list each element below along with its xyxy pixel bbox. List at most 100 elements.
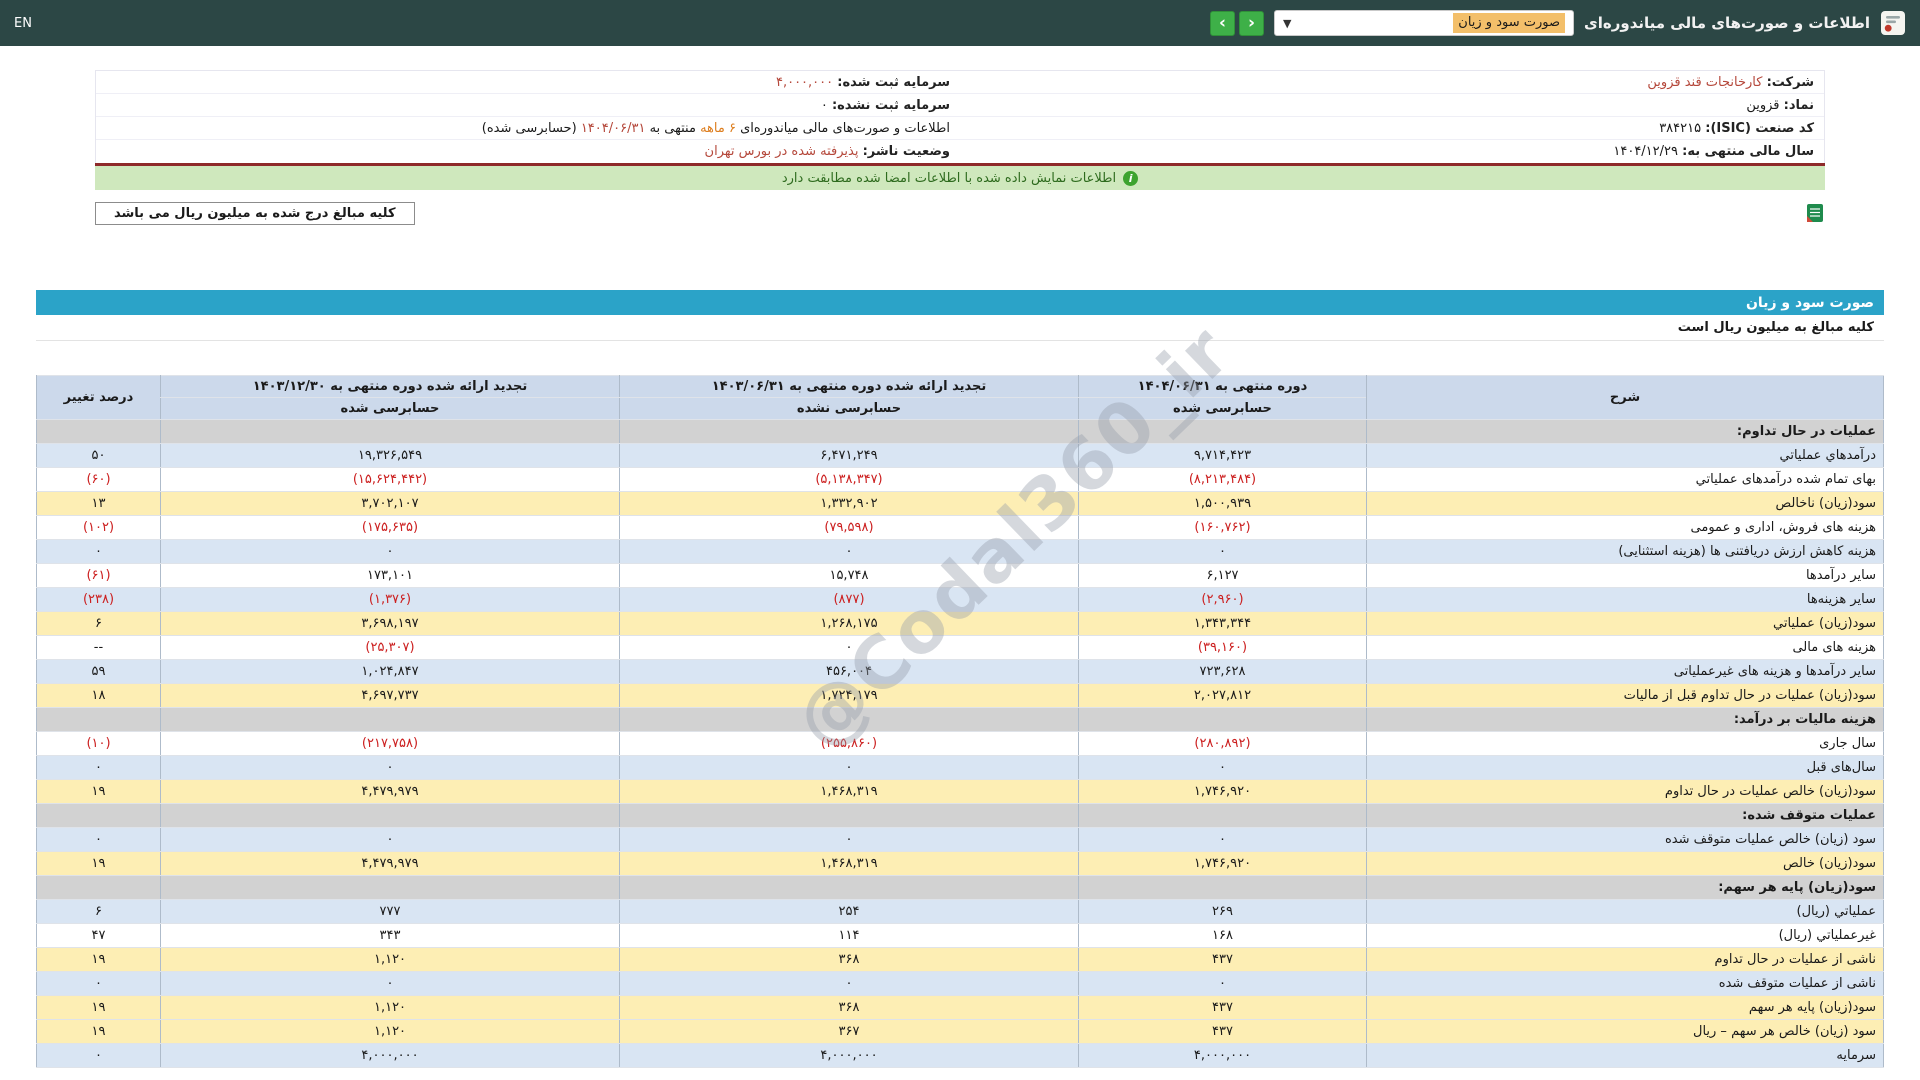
value-cell-period2: ۱۵,۷۴۸ xyxy=(619,563,1079,588)
period-suffix: (حسابرسی شده) xyxy=(481,120,577,136)
change-cell: ۱۹ xyxy=(36,1019,161,1044)
statement-data-row: سود(زيان) ناخالص ۱,۵۰۰,۹۳۹ ۱,۳۳۲,۹۰۲ ۳,۷۰۲,… xyxy=(36,491,1884,516)
value-cell-period1: ۰ xyxy=(1078,971,1367,996)
excel-export-icon[interactable] xyxy=(1805,203,1825,223)
signature-notice-text: اطلاعات نمایش داده شده با اطلاعات امضا ش… xyxy=(781,170,1117,186)
value-cell-period3: ۳۴۳ xyxy=(160,923,620,948)
prev-period-button[interactable]: ‹ xyxy=(1210,10,1236,36)
value-cell-period1: ۶,۱۲۷ xyxy=(1078,563,1367,588)
value-cell-period1: ۰ xyxy=(1078,755,1367,780)
change-cell: ۴۷ xyxy=(36,923,161,948)
row-label-cell: ناشی از عملیات متوقف شده xyxy=(1366,971,1884,996)
row-label-cell: عملیات متوقف شده: xyxy=(1366,803,1884,828)
unregistered-capital-label: سرمایه ثبت نشده: xyxy=(831,97,950,113)
statement-data-row: بهای تمام شده درآمدهای عملیاتي (۸,۲۱۳,۴۸۴… xyxy=(36,467,1884,492)
statement-section-row: هزينه مالیات بر درآمد: xyxy=(36,707,1884,732)
value-cell-period2: ۱,۲۶۸,۱۷۵ xyxy=(619,611,1079,636)
value-cell-period3: ۳,۷۰۲,۱۰۷ xyxy=(160,491,620,516)
col-header-change: درصد تغییر xyxy=(36,375,161,420)
value-cell-period2 xyxy=(619,419,1079,444)
value-cell-period3: ۱,۱۲۰ xyxy=(160,947,620,972)
change-cell: ۵۰ xyxy=(36,443,161,468)
report-type-select[interactable]: صورت سود و زیان ▼ xyxy=(1274,10,1575,36)
value-cell-period3: ۰ xyxy=(160,755,620,780)
value-cell-period3: ۱۷۳,۱۰۱ xyxy=(160,563,620,588)
symbol-value: قزوین xyxy=(1746,97,1780,113)
change-cell: ۱۹ xyxy=(36,995,161,1020)
row-label-cell: سود(زيان) ناخالص xyxy=(1366,491,1884,516)
report-period-field: اطلاعات و صورت‌های مالی میاندوره‌ای ۶ ما… xyxy=(96,121,960,136)
value-cell-period2: ۱,۷۲۴,۱۷۹ xyxy=(619,683,1079,708)
col-subheader-period3: حسابرسی شده xyxy=(160,397,620,420)
value-cell-period3: ۴,۴۷۹,۹۷۹ xyxy=(160,779,620,804)
change-cell: ۱۹ xyxy=(36,851,161,876)
row-label-cell: سرمایه xyxy=(1366,1043,1884,1068)
row-label-cell: سود (زیان) خالص عملیات متوقف شده xyxy=(1366,827,1884,852)
period-prefix: اطلاعات و صورت‌های مالی میاندوره‌ای xyxy=(740,120,950,136)
value-cell-period3 xyxy=(160,707,620,732)
row-label-cell: ناشی از عملیات در حال تداوم xyxy=(1366,947,1884,972)
statement-data-row: سایر هزینه‌ها (۲,۹۶۰) (۸۷۷) (۱,۳۷۶) (۲۳۸) xyxy=(36,587,1884,612)
info-row: نماد: قزوین سرمایه ثبت نشده: ۰ xyxy=(96,94,1824,117)
next-period-button[interactable]: › xyxy=(1239,10,1265,36)
statement-section-row: سود(زیان) پایه هر سهم: xyxy=(36,875,1884,900)
row-label-cell: سایر درآمدها xyxy=(1366,563,1884,588)
publisher-status-field: وضعیت ناشر: پذیرفته شده در بورس تهران xyxy=(96,144,960,159)
statement-data-row: هزینه های فروش، اداری و عمومی (۱۶۰,۷۶۲) (۷… xyxy=(36,515,1884,540)
value-cell-period2 xyxy=(619,803,1079,828)
period-months: ۶ ماهه xyxy=(700,120,736,136)
row-label-cell: هزینه های مالی xyxy=(1366,635,1884,660)
statement-data-row: سود(زيان) عملياتي ۱,۳۴۳,۳۴۴ ۱,۲۶۸,۱۷۵ ۳,۶۹۸… xyxy=(36,611,1884,636)
value-cell-period1: ۷۲۳,۶۲۸ xyxy=(1078,659,1367,684)
value-cell-period1: (۲۸۰,۸۹۲) xyxy=(1078,731,1367,756)
statement-data-row: درآمدهاي عملياتي ۹,۷۱۴,۴۲۳ ۶,۴۷۱,۲۴۹ ۱۹,۳۲۶… xyxy=(36,443,1884,468)
signature-notice: i اطلاعات نمایش داده شده با اطلاعات امضا… xyxy=(95,166,1825,190)
value-cell-period3: (۲۱۷,۷۵۸) xyxy=(160,731,620,756)
table-header-row: شرح دوره منتهی به ۱۴۰۴/۰۶/۳۱ تجدید ارائه… xyxy=(36,375,1884,420)
value-cell-period1: ۴۳۷ xyxy=(1078,995,1367,1020)
statement-data-row: غیرعملیاتي (ریال) ۱۶۸ ۱۱۴ ۳۴۳ ۴۷ xyxy=(36,923,1884,948)
info-icon: i xyxy=(1123,170,1139,186)
language-toggle[interactable]: EN xyxy=(14,16,32,31)
statement-data-row: سود(زیان) عملیات در حال تداوم قبل از مال… xyxy=(36,683,1884,708)
row-label-cell: سایر هزینه‌ها xyxy=(1366,587,1884,612)
col-header-period1: دوره منتهی به ۱۴۰۴/۰۶/۳۱ xyxy=(1078,375,1367,398)
value-cell-period1: ۱,۵۰۰,۹۳۹ xyxy=(1078,491,1367,516)
change-cell: ۶ xyxy=(36,899,161,924)
change-cell xyxy=(36,803,161,828)
value-cell-period2: ۳۶۷ xyxy=(619,1019,1079,1044)
value-cell-period1: (۳۹,۱۶۰) xyxy=(1078,635,1367,660)
publisher-status-value: پذیرفته شده در بورس تهران xyxy=(704,144,859,159)
period-date: ۱۴۰۴/۰۶/۳۱ xyxy=(580,120,646,136)
value-cell-period2: ۶,۴۷۱,۲۴۹ xyxy=(619,443,1079,468)
value-cell-period2: ۴,۰۰۰,۰۰۰ xyxy=(619,1043,1079,1068)
value-cell-period1: (۱۶۰,۷۶۲) xyxy=(1078,515,1367,540)
value-cell-period3: (۱۷۵,۶۳۵) xyxy=(160,515,620,540)
value-cell-period3: ۱۹,۳۲۶,۵۴۹ xyxy=(160,443,620,468)
value-cell-period3: ۷۷۷ xyxy=(160,899,620,924)
col-subheader-period2: حسابرسی نشده xyxy=(619,397,1079,420)
value-cell-period1: ۱,۳۴۳,۳۴۴ xyxy=(1078,611,1367,636)
value-cell-period1: ۴۳۷ xyxy=(1078,947,1367,972)
change-cell: (۶۰) xyxy=(36,467,161,492)
unit-note-row: کلیه مبالغ درج شده به میلیون ریال می باش… xyxy=(95,200,1825,226)
change-cell xyxy=(36,419,161,444)
value-cell-period3: ۰ xyxy=(160,539,620,564)
value-cell-period3: ۴,۴۷۹,۹۷۹ xyxy=(160,851,620,876)
isic-value: ۳۸۴۲۱۵ xyxy=(1659,120,1702,136)
page-title: اطلاعات و صورت‌های مالی میاندوره‌ای xyxy=(1584,14,1870,32)
value-cell-period3: (۱۵,۶۲۴,۴۴۲) xyxy=(160,467,620,492)
statement-table-body: عملیات در حال تداوم: درآمدهاي عملياتي ۹,۷۱… xyxy=(36,419,1884,1068)
value-cell-period2 xyxy=(619,875,1079,900)
value-cell-period3 xyxy=(160,803,620,828)
statement-data-row: سود (زیان) خالص عملیات متوقف شده ۰ ۰ ۰ ۰ xyxy=(36,827,1884,852)
period-nav: ‹ › xyxy=(1210,10,1265,36)
symbol-label: نماد: xyxy=(1783,97,1814,113)
statement-data-row: سرمایه ۴,۰۰۰,۰۰۰ ۴,۰۰۰,۰۰۰ ۴,۰۰۰,۰۰۰ ۰ xyxy=(36,1043,1884,1068)
company-value: کارخانجات قند قزوین xyxy=(1647,74,1763,90)
statement-data-row: ناشی از عملیات در حال تداوم ۴۳۷ ۳۶۸ ۱,۱۲۰ ۱۹ xyxy=(36,947,1884,972)
statement-data-row: ناشی از عملیات متوقف شده ۰ ۰ ۰ ۰ xyxy=(36,971,1884,996)
value-cell-period1: ۱,۷۴۶,۹۲۰ xyxy=(1078,851,1367,876)
info-row: شرکت: کارخانجات قند قزوین سرمایه ثبت شده… xyxy=(96,71,1824,94)
codal-logo-icon[interactable] xyxy=(1880,10,1906,36)
